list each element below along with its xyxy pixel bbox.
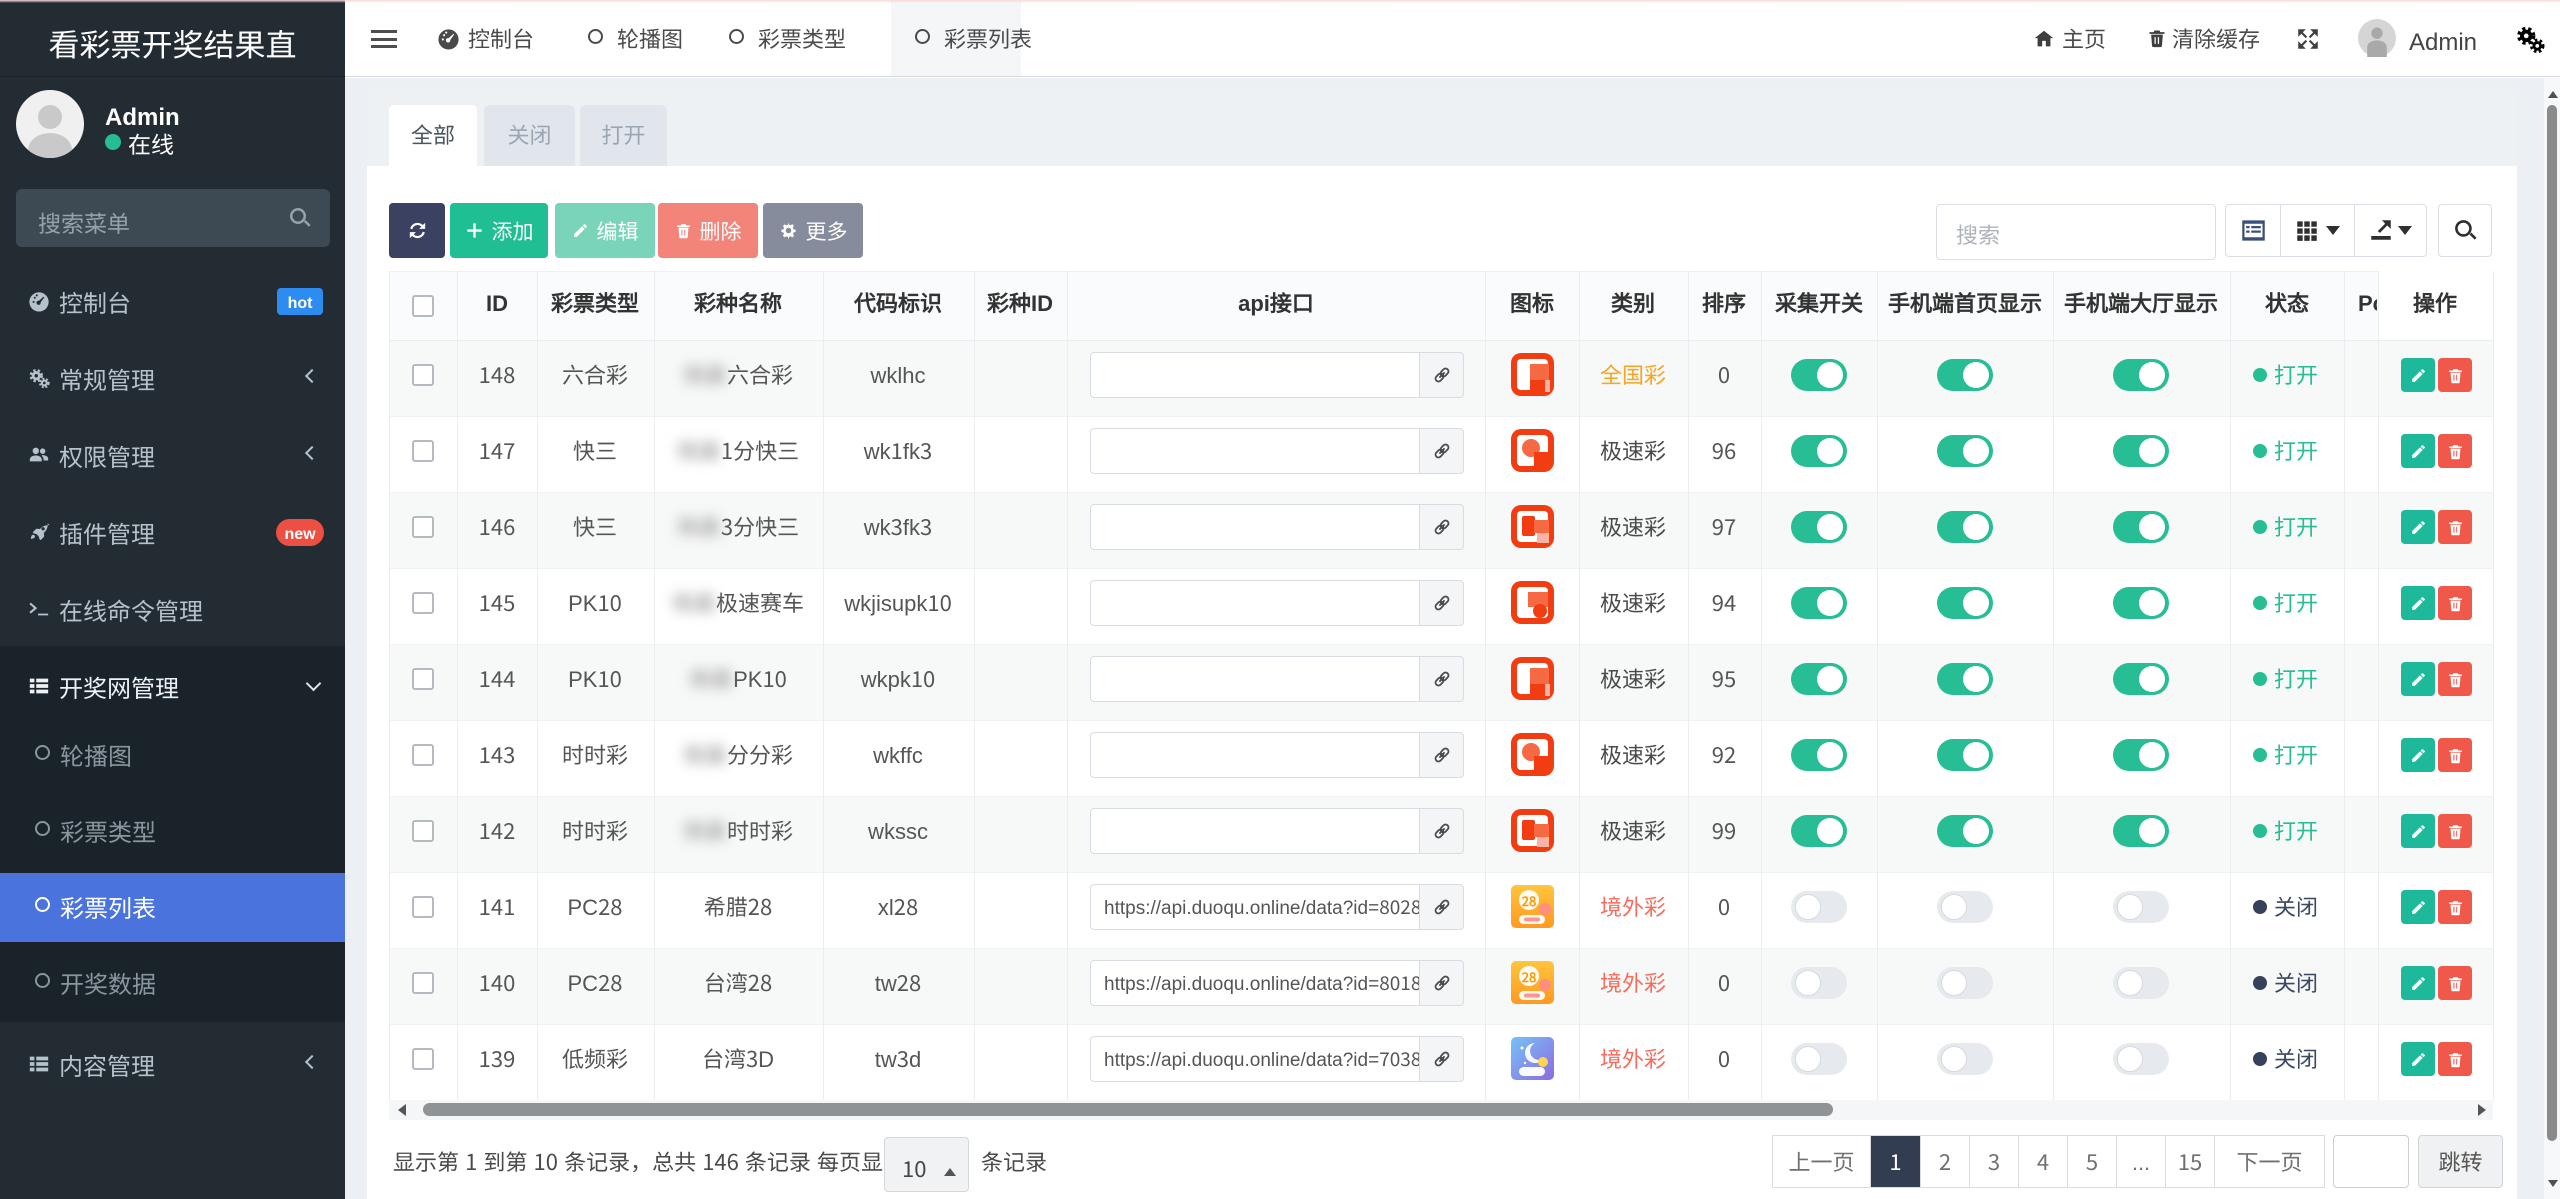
svg-text:28: 28 bbox=[1522, 891, 1536, 910]
svg-text:28: 28 bbox=[1522, 967, 1536, 986]
